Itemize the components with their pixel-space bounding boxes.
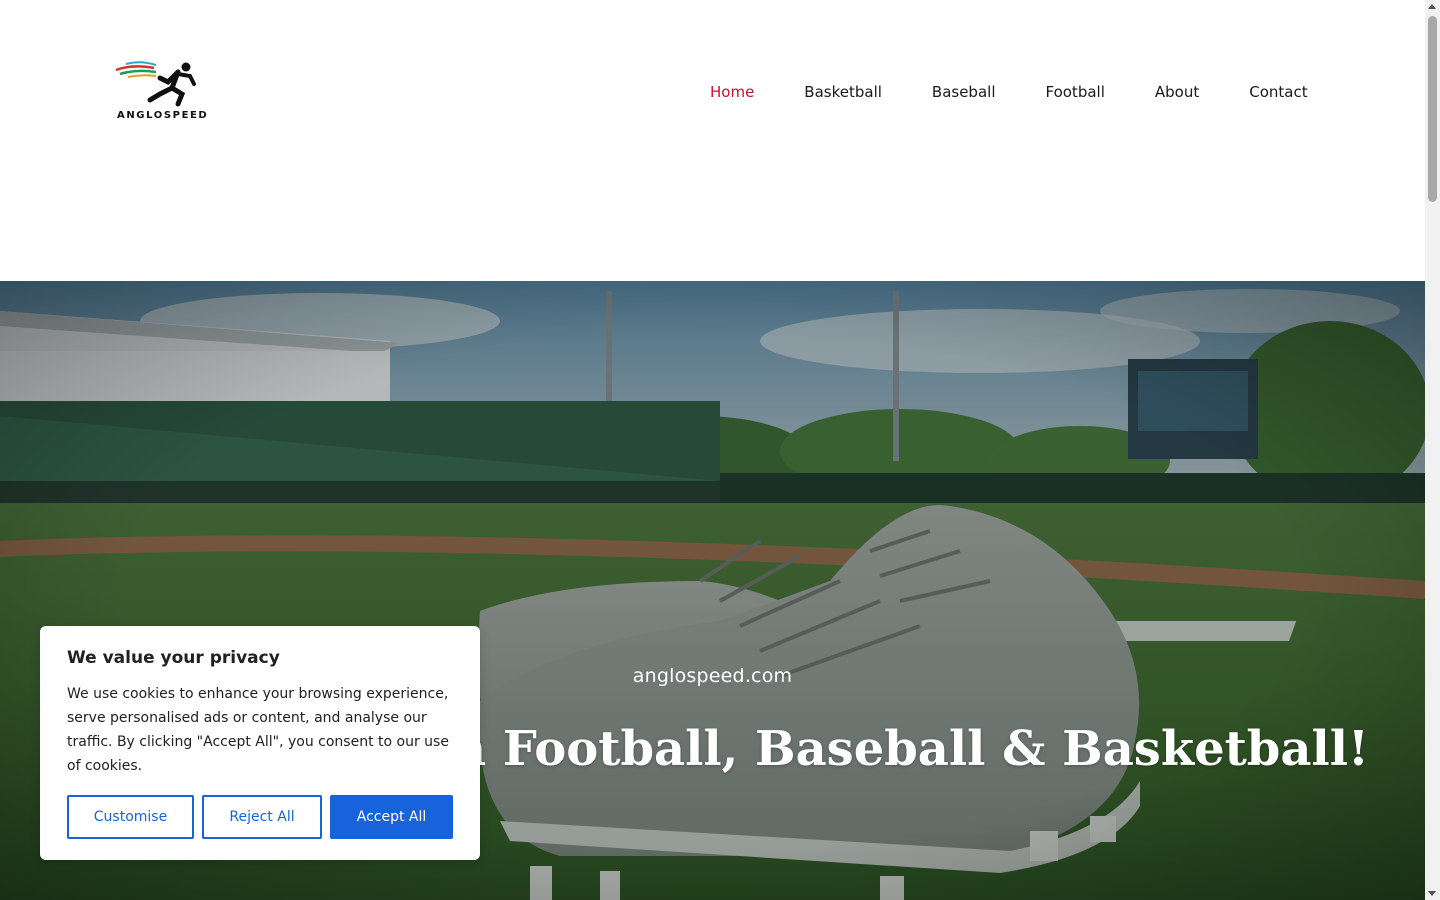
nav-home[interactable]: Home — [710, 82, 754, 102]
reject-all-button[interactable]: Reject All — [202, 795, 322, 839]
cookie-description: We use cookies to enhance your browsing … — [67, 686, 449, 774]
main-nav: Home Basketball Baseball Football About … — [710, 82, 1308, 102]
scrollbar-thumb[interactable] — [1428, 16, 1437, 202]
accept-all-button[interactable]: Accept All — [330, 795, 453, 839]
nav-football[interactable]: Football — [1045, 82, 1104, 102]
customise-button[interactable]: Customise — [67, 795, 194, 839]
cookie-button-group: Customise Reject All Accept All — [67, 795, 453, 839]
cookie-title: We value your privacy — [67, 648, 280, 668]
logo-text: ANGLOSPEED — [117, 110, 209, 121]
scroll-up-arrow-icon[interactable] — [1428, 4, 1436, 9]
site-logo[interactable]: ANGLOSPEED — [112, 56, 212, 124]
scroll-down-arrow-icon[interactable] — [1428, 891, 1436, 896]
nav-contact[interactable]: Contact — [1249, 82, 1307, 102]
nav-about[interactable]: About — [1155, 82, 1199, 102]
runner-logo-icon — [115, 61, 196, 107]
nav-basketball[interactable]: Basketball — [804, 82, 882, 102]
nav-baseball[interactable]: Baseball — [932, 82, 996, 102]
cookie-consent-banner: We value your privacy We use cookies to … — [40, 626, 480, 860]
page-scrollbar[interactable] — [1425, 0, 1440, 900]
site-header: ANGLOSPEED Home Basketball Baseball Foot… — [0, 0, 1425, 281]
